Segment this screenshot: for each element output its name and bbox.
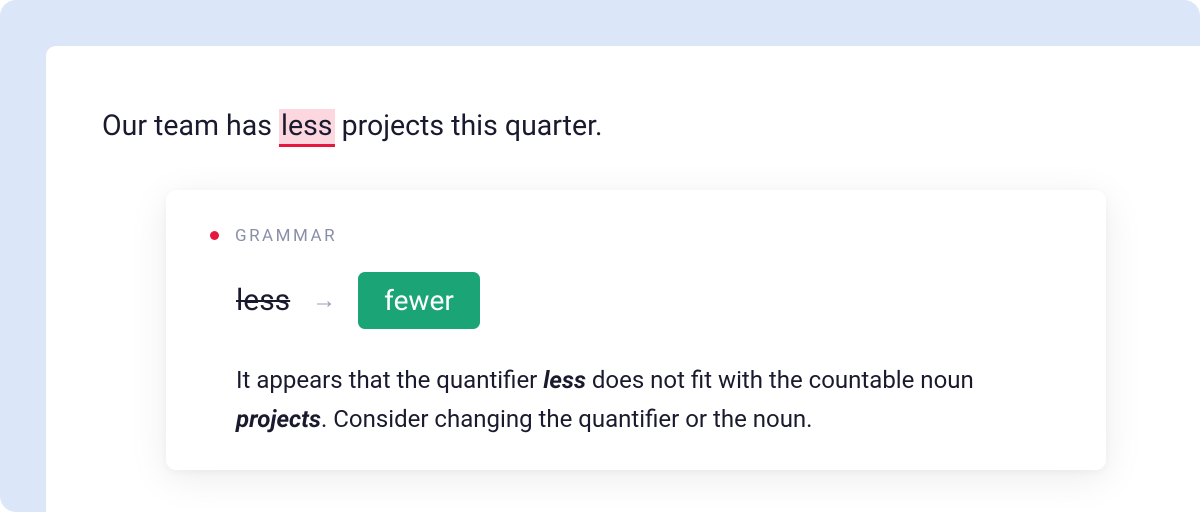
explanation-text: It appears that the quantifier less does… (236, 361, 1062, 440)
sentence-after: projects this quarter. (335, 109, 603, 142)
card-header: GRAMMAR (210, 226, 1062, 246)
original-word: less (236, 283, 290, 318)
arrow-right-icon: → (312, 286, 336, 315)
category-label: GRAMMAR (235, 226, 337, 246)
suggestion-card: GRAMMAR less → fewer It appears that the… (166, 190, 1106, 470)
explanation-word2: projects (236, 405, 321, 433)
explanation-part2: does not fit with the countable noun (586, 366, 974, 394)
error-highlight[interactable]: less (279, 109, 334, 147)
document-panel: Our team has less projects this quarter.… (46, 46, 1200, 512)
suggestion-chip[interactable]: fewer (358, 272, 480, 329)
explanation-part1: It appears that the quantifier (236, 366, 543, 394)
app-frame: Our team has less projects this quarter.… (0, 0, 1200, 512)
category-dot-icon (210, 231, 219, 240)
explanation-part3: . Consider changing the quantifier or th… (321, 405, 813, 433)
explanation-word1: less (543, 366, 586, 394)
document-sentence[interactable]: Our team has less projects this quarter. (102, 106, 1144, 146)
sentence-before: Our team has (102, 109, 279, 142)
correction-row: less → fewer (236, 272, 1062, 329)
